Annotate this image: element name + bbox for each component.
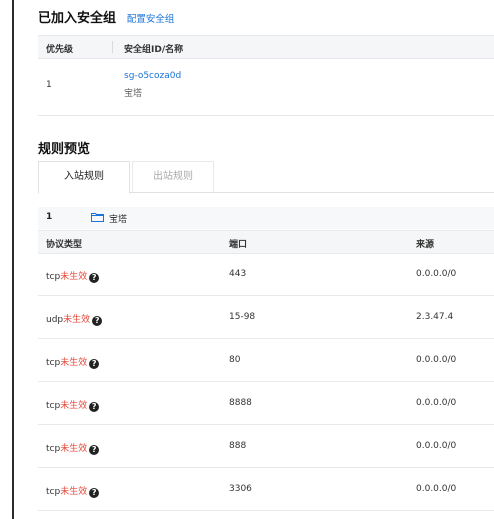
port-value: 8888 — [229, 398, 252, 408]
table-row: tcp未生效? 888 0.0.0.0/0 — [38, 425, 494, 468]
help-icon[interactable]: ? — [89, 488, 100, 498]
folder-icon — [91, 212, 104, 225]
column-separator — [112, 41, 113, 53]
port-value: 888 — [229, 441, 247, 451]
port-value: 443 — [229, 269, 247, 279]
configure-security-group-link[interactable]: 配置安全组 — [127, 14, 175, 25]
column-id-name: 安全组ID/名称 — [124, 45, 184, 55]
protocol-cell: udp未生效? — [46, 312, 103, 326]
tab-inbound-rules[interactable]: 入站规则 — [38, 161, 130, 194]
protocol-value: tcp — [46, 487, 61, 497]
table-row: tcp未生效? 8888 0.0.0.0/0 — [38, 382, 494, 425]
protocol-cell: tcp未生效? — [46, 484, 100, 498]
protocol-cell: tcp未生效? — [46, 441, 100, 455]
help-icon[interactable]: ? — [89, 445, 100, 455]
source-value: 0.0.0.0/0 — [416, 269, 457, 279]
tab-outbound-rules[interactable]: 出站规则 — [132, 161, 214, 192]
protocol-value: tcp — [46, 401, 61, 411]
protocol-value: tcp — [46, 444, 61, 454]
group-index: 1 — [46, 212, 53, 222]
status-not-effective: 未生效 — [60, 358, 88, 368]
group-name: 宝塔 — [109, 215, 128, 225]
protocol-cell: tcp未生效? — [46, 398, 100, 412]
protocol-value: udp — [46, 315, 64, 325]
source-value: 0.0.0.0/0 — [416, 441, 457, 451]
table-row: tcp未生效? 80 0.0.0.0/0 — [38, 339, 494, 382]
security-group-table: 优先级 安全组ID/名称 1 sg-o5coza0d 宝塔 — [38, 35, 494, 116]
rule-tabs: 入站规则 出站规则 — [38, 161, 494, 194]
column-port: 端口 — [229, 240, 248, 250]
protocol-cell: tcp未生效? — [46, 269, 100, 283]
left-border — [12, 0, 14, 519]
help-icon[interactable]: ? — [89, 359, 100, 369]
rules-table-header: 协议类型 端口 来源 — [38, 230, 494, 254]
table-row: tcp未生效? 443 0.0.0.0/0 — [38, 253, 494, 296]
protocol-cell: tcp未生效? — [46, 355, 100, 369]
status-not-effective: 未生效 — [60, 444, 88, 454]
help-icon[interactable]: ? — [92, 316, 103, 326]
rules-table-body: tcp未生效? 443 0.0.0.0/0 udp未生效? 15-98 2.3.… — [38, 253, 494, 511]
help-icon[interactable]: ? — [89, 402, 100, 412]
status-not-effective: 未生效 — [60, 272, 88, 282]
source-value: 0.0.0.0/0 — [416, 484, 457, 494]
protocol-value: tcp — [46, 358, 61, 368]
column-protocol: 协议类型 — [46, 240, 83, 250]
port-value: 80 — [229, 355, 241, 365]
column-source: 来源 — [416, 240, 435, 250]
table-row: 1 sg-o5coza0d 宝塔 — [38, 59, 494, 116]
port-value: 3306 — [229, 484, 252, 494]
priority-value: 1 — [46, 80, 52, 90]
rule-group-row: 1 宝塔 — [38, 207, 494, 229]
security-group-id-link[interactable]: sg-o5coza0d — [124, 71, 181, 81]
status-not-effective: 未生效 — [63, 315, 91, 325]
table-row: udp未生效? 15-98 2.3.47.4 — [38, 296, 494, 339]
protocol-value: tcp — [46, 272, 61, 282]
security-group-header: 已加入安全组 配置安全组 — [38, 7, 174, 26]
help-icon[interactable]: ? — [89, 273, 100, 283]
port-value: 15-98 — [229, 312, 256, 322]
column-priority: 优先级 — [46, 45, 74, 55]
source-value: 0.0.0.0/0 — [416, 398, 457, 408]
status-not-effective: 未生效 — [60, 487, 88, 497]
table-row: tcp未生效? 3306 0.0.0.0/0 — [38, 468, 494, 511]
source-value: 0.0.0.0/0 — [416, 355, 457, 365]
security-group-name: 宝塔 — [124, 89, 143, 99]
rule-preview-title: 规则预览 — [38, 142, 91, 157]
section-title: 已加入安全组 — [38, 11, 117, 26]
status-not-effective: 未生效 — [60, 401, 88, 411]
source-value: 2.3.47.4 — [416, 312, 454, 322]
table-header: 优先级 安全组ID/名称 — [38, 35, 494, 59]
